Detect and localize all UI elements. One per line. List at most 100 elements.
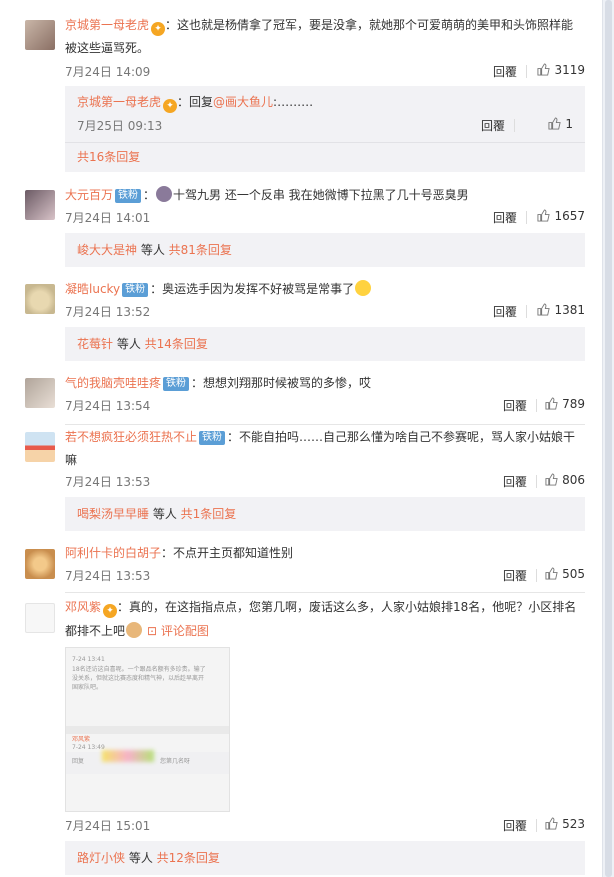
vip-icon: ✦ <box>163 99 178 113</box>
thumbs-up-icon <box>545 473 558 486</box>
like-button[interactable]: 789 <box>545 397 585 411</box>
like-count: 505 <box>562 567 585 581</box>
like-count: 1381 <box>554 303 585 317</box>
avatar[interactable] <box>25 190 55 220</box>
fan-badge: 铁粉 <box>163 377 190 391</box>
more-replies-mid: 等人 <box>113 337 145 351</box>
fan-badge: 铁粉 <box>115 189 142 203</box>
more-replies-mid: 等人 <box>137 243 169 257</box>
thumbs-up-icon <box>548 117 562 130</box>
reply-button[interactable]: 回覆 <box>493 209 517 226</box>
like-count: 1657 <box>554 209 585 223</box>
reply-user-link[interactable]: 路灯小侠 <box>77 851 125 865</box>
reply-user-link[interactable]: 花莓针 <box>77 337 113 351</box>
avatar[interactable] <box>25 603 55 633</box>
divider <box>526 211 527 224</box>
like-button[interactable]: 1657 <box>537 209 585 223</box>
comment-text: ：不点开主页都知道性别 <box>161 546 294 560</box>
image-text-line: 没关系，但就这比赛态度和精气神，以后趁早离开 <box>72 675 205 682</box>
comment-text: 十驾九男 还一个反串 我在她微博下拉黑了几十号恶臭男 <box>173 188 469 202</box>
comment-username[interactable]: 阿利什卡的白胡子 <box>65 546 161 560</box>
comment-meta: 7月24日 13:52 回覆 1381 <box>65 303 585 321</box>
more-replies-link[interactable]: 共81条回复 <box>169 243 232 257</box>
like-button[interactable]: 1 <box>548 117 573 131</box>
comment-text: ：奥运选手因为发挥不好被骂是常事了 <box>150 282 355 296</box>
comment-text-line2: 被这些逼骂死。 <box>65 41 150 55</box>
divider <box>65 592 585 593</box>
divider <box>536 569 537 582</box>
reply-button[interactable]: 回覆 <box>503 817 527 834</box>
comment-time: 7月24日 14:01 <box>65 211 151 225</box>
comment-image[interactable]: 7-24 13:41 18名还访这自喜呢。一个跟品名额有多珍贵。输了 没关系，但… <box>65 647 230 812</box>
reply-button[interactable]: 回覆 <box>503 473 527 490</box>
comment-text-line2: 嘛 <box>65 453 78 467</box>
like-button[interactable]: 806 <box>545 473 585 487</box>
comment-meta: 7月24日 14:09 回覆 3119 <box>65 63 585 81</box>
avatar[interactable] <box>25 549 55 579</box>
reply-button[interactable]: 回覆 <box>503 567 527 584</box>
fan-badge: 铁粉 <box>122 283 149 297</box>
thumbs-up-icon <box>545 817 558 830</box>
scrollbar-thumb[interactable] <box>605 0 612 877</box>
comment-meta: 7月24日 13:54 回覆 789 <box>65 397 585 415</box>
comment-username[interactable]: 若不想疯狂必须狂热不止 <box>65 430 197 444</box>
like-button[interactable]: 3119 <box>537 63 585 77</box>
comment-username[interactable]: 凝晧lucky <box>65 282 120 296</box>
thumbs-up-icon <box>537 209 551 222</box>
image-text-line: 国家队吧。 <box>72 684 103 691</box>
comment-time: 7月24日 13:53 <box>65 569 151 583</box>
image-icon: ⊡ <box>147 624 158 638</box>
more-replies-mid: 等人 <box>125 851 157 865</box>
image-text-line: 您第几名呀 <box>160 758 191 765</box>
comment-image-link[interactable]: ⊡ 评论配图 <box>147 624 209 638</box>
avatar[interactable] <box>25 284 55 314</box>
sub-reply-text: ：回复 <box>177 95 214 109</box>
image-text-line: 邓风紫 <box>72 736 91 743</box>
more-replies-link[interactable]: 共12条回复 <box>157 851 220 865</box>
more-replies-link[interactable]: 共16条回复 <box>77 150 140 164</box>
reply-button[interactable]: 回覆 <box>493 63 517 80</box>
sub-reply-box: 京城第一母老虎 ✦ ：回复@画大鱼儿:……… 7月25日 09:13 回覆 1 共1… <box>65 86 585 172</box>
emoji-icon <box>355 280 372 296</box>
comment-text-line2: 都排不上吧 <box>65 624 126 638</box>
reply-button[interactable]: 回覆 <box>481 117 505 134</box>
divider <box>536 475 537 488</box>
sub-reply-box: 路灯小侠 等人 共12条回复 <box>65 841 585 875</box>
sub-reply-box: 峻大大是神 等人 共81条回复 <box>65 233 585 267</box>
avatar[interactable] <box>25 432 55 462</box>
sub-reply-text-suffix: :……… <box>273 95 314 109</box>
scrollbar[interactable] <box>602 0 614 877</box>
comment-username[interactable]: 邓风紫 <box>65 600 101 614</box>
reply-button[interactable]: 回覆 <box>493 303 517 320</box>
like-button[interactable]: 1381 <box>537 303 585 317</box>
divider <box>536 399 537 412</box>
comment-username[interactable]: 气的我脑壳哇哇疼 <box>65 376 161 390</box>
sub-reply-username[interactable]: 京城第一母老虎 <box>77 95 161 109</box>
like-count: 806 <box>562 473 585 487</box>
reply-user-link[interactable]: 喝梨汤早早睡 <box>77 507 149 521</box>
divider <box>536 819 537 832</box>
more-replies-link[interactable]: 共14条回复 <box>145 337 208 351</box>
fan-badge: 铁粉 <box>199 431 226 445</box>
avatar[interactable] <box>25 378 55 408</box>
more-replies-link[interactable]: 共1条回复 <box>181 507 237 521</box>
like-count: 523 <box>562 817 585 831</box>
thumbs-up-icon <box>545 397 558 410</box>
comment-text: ：真的，在这指指点点，您第几啊，废话这么多，人家小姑娘排18名，他呢？小区排名 <box>117 600 577 614</box>
comment-meta: 7月24日 13:53 回覆 806 <box>65 473 585 491</box>
image-text-line: 18名还访这自喜呢。一个跟品名额有多珍贵。输了 <box>72 666 206 673</box>
comment-time: 7月24日 14:09 <box>65 65 151 79</box>
comment-time: 7月24日 13:54 <box>65 399 151 413</box>
mention-link[interactable]: @画大鱼儿 <box>213 95 273 109</box>
more-replies-mid: 等人 <box>149 507 181 521</box>
reply-button[interactable]: 回覆 <box>503 397 527 414</box>
comment-username[interactable]: 大元百万 <box>65 188 113 202</box>
comment-username[interactable]: 京城第一母老虎 <box>65 18 149 32</box>
like-button[interactable]: 523 <box>545 817 585 831</box>
like-button[interactable]: 505 <box>545 567 585 581</box>
avatar[interactable] <box>25 20 55 50</box>
vip-icon: ✦ <box>103 604 118 618</box>
reply-user-link[interactable]: 峻大大是神 <box>77 243 137 257</box>
divider <box>66 726 229 734</box>
thumbs-up-icon <box>537 303 551 316</box>
